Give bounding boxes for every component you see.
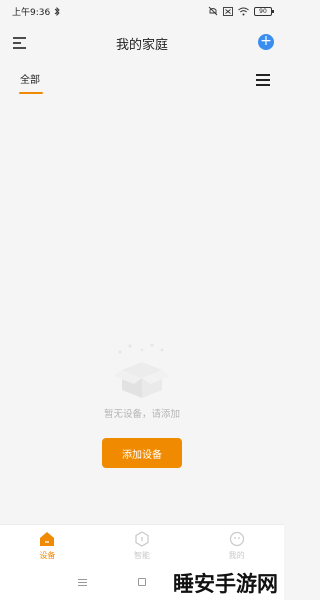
- empty-box-icon: [114, 343, 170, 398]
- tabs-row: 全部: [0, 68, 284, 98]
- watermark: 睡安手游网: [173, 572, 278, 596]
- smart-icon: [135, 530, 149, 547]
- mute-icon: [208, 6, 218, 16]
- nav-item-smart[interactable]: 智能: [95, 525, 190, 566]
- home-icon: [40, 531, 55, 546]
- bluetooth-icon: [54, 6, 60, 16]
- page-title: 我的家庭: [115, 37, 168, 53]
- list-icon[interactable]: [256, 74, 270, 86]
- status-bar: 上午9:36 90: [0, 0, 284, 22]
- empty-state: 暂无设备，请添加: [0, 340, 284, 420]
- wifi-icon: [238, 7, 249, 15]
- no-sim-icon: [223, 6, 233, 16]
- battery-indicator: 90: [254, 6, 274, 16]
- header: 我的家庭 +: [0, 28, 284, 58]
- status-left: 上午9:36: [12, 5, 60, 18]
- profile-icon: [229, 531, 244, 546]
- bottom-nav: 设备 智能 我的: [0, 524, 284, 566]
- nav-label-profile: 我的: [228, 550, 245, 560]
- status-time: 上午9:36: [12, 7, 51, 18]
- nav-label-devices: 设备: [39, 550, 56, 560]
- system-menu-icon[interactable]: [78, 579, 87, 587]
- system-home-icon[interactable]: [138, 578, 146, 586]
- nav-item-devices[interactable]: 设备: [0, 525, 95, 566]
- nav-item-profile[interactable]: 我的: [189, 525, 284, 566]
- empty-message: 暂无设备，请添加: [103, 409, 180, 420]
- add-icon[interactable]: +: [258, 34, 274, 50]
- menu-icon[interactable]: [12, 36, 28, 50]
- add-device-button[interactable]: 添加设备: [102, 438, 182, 468]
- status-right: 90: [208, 6, 274, 16]
- tab-all[interactable]: 全部: [20, 71, 40, 86]
- tab-underline: [19, 92, 43, 94]
- nav-label-smart: 智能: [134, 550, 150, 560]
